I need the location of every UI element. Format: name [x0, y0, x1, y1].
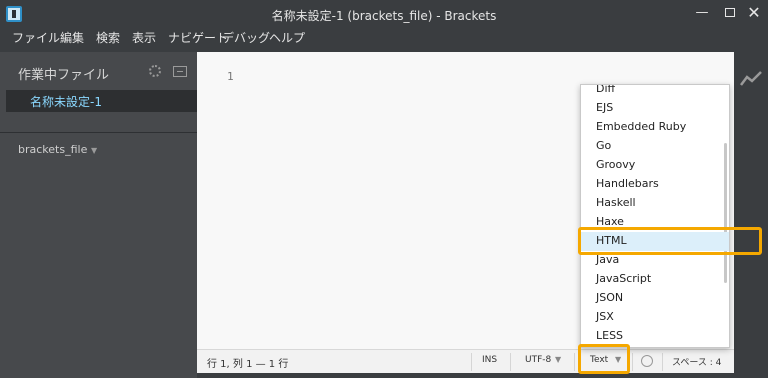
- language-option-haxe[interactable]: Haxe: [581, 213, 729, 232]
- chevron-down-icon: ▼: [615, 355, 622, 364]
- language-option-java[interactable]: Java: [581, 251, 729, 270]
- status-divider: [662, 353, 663, 371]
- sidebar: 作業中ファイル 名称未設定-1 brackets_file ▼: [0, 52, 197, 378]
- language-option-diff[interactable]: Diff: [581, 85, 729, 99]
- menu-bar: ファイル 編集 検索 表示 ナビゲート デバッグ ヘルプ: [0, 28, 768, 48]
- working-file-label: 名称未設定-1: [30, 95, 102, 109]
- menu-help[interactable]: ヘルプ: [269, 29, 305, 46]
- menu-view[interactable]: 表示: [132, 29, 156, 46]
- language-option-embedded-ruby[interactable]: Embedded Ruby: [581, 118, 729, 137]
- encoding-select[interactable]: UTF-8: [525, 355, 551, 365]
- language-select[interactable]: Text ▼: [582, 352, 628, 372]
- linter-status-icon[interactable]: [641, 355, 653, 367]
- language-option-handlebars[interactable]: Handlebars: [581, 175, 729, 194]
- live-preview-icon[interactable]: [740, 70, 762, 88]
- minimize-button[interactable]: —: [692, 4, 712, 22]
- language-option-json[interactable]: JSON: [581, 289, 729, 308]
- right-toolbar: [734, 52, 768, 378]
- status-divider: [632, 353, 633, 371]
- language-option-javascript[interactable]: JavaScript: [581, 270, 729, 289]
- language-label: Text: [590, 355, 609, 365]
- menu-find[interactable]: 検索: [96, 29, 120, 46]
- status-divider: [471, 353, 472, 371]
- language-dropdown: Diff EJS Embedded Ruby Go Groovy Handleb…: [580, 84, 730, 348]
- menu-file[interactable]: ファイル: [12, 29, 60, 46]
- project-dropdown[interactable]: brackets_file: [18, 143, 87, 156]
- language-option-ejs[interactable]: EJS: [581, 99, 729, 118]
- menu-edit[interactable]: 編集: [60, 29, 84, 46]
- status-divider: [574, 353, 575, 371]
- maximize-button[interactable]: [720, 4, 740, 22]
- maximize-icon: [725, 8, 735, 17]
- sidebar-divider: [0, 132, 197, 133]
- menu-debug[interactable]: デバッグ: [222, 29, 270, 46]
- insert-mode-toggle[interactable]: INS: [482, 355, 497, 365]
- cursor-position: 行 1, 列 1 — 1 行: [207, 359, 289, 370]
- chevron-down-icon[interactable]: ▼: [91, 146, 97, 155]
- line-number: 1: [227, 70, 234, 83]
- language-option-html[interactable]: HTML: [581, 232, 729, 251]
- status-bar: 行 1, 列 1 — 1 行 INS UTF-8 ▼ Text ▼ スペース :…: [197, 349, 734, 373]
- status-divider: [510, 353, 511, 371]
- menu-navigate[interactable]: ナビゲート: [168, 29, 228, 46]
- language-option-haskell[interactable]: Haskell: [581, 194, 729, 213]
- window-title: 名称未設定-1 (brackets_file) - Brackets: [271, 9, 497, 23]
- split-view-icon[interactable]: [173, 66, 187, 77]
- working-file-item[interactable]: 名称未設定-1: [6, 90, 197, 112]
- language-option-less[interactable]: LESS: [581, 327, 729, 346]
- chevron-down-icon[interactable]: ▼: [555, 355, 561, 364]
- title-bar: 名称未設定-1 (brackets_file) - Brackets — ✕: [0, 0, 768, 28]
- gear-icon[interactable]: [149, 65, 161, 77]
- indent-setting[interactable]: スペース : 4: [672, 355, 721, 368]
- language-option-jsx[interactable]: JSX: [581, 308, 729, 327]
- language-option-groovy[interactable]: Groovy: [581, 156, 729, 175]
- close-button[interactable]: ✕: [744, 4, 764, 22]
- language-option-go[interactable]: Go: [581, 137, 729, 156]
- working-files-header: 作業中ファイル: [18, 68, 110, 83]
